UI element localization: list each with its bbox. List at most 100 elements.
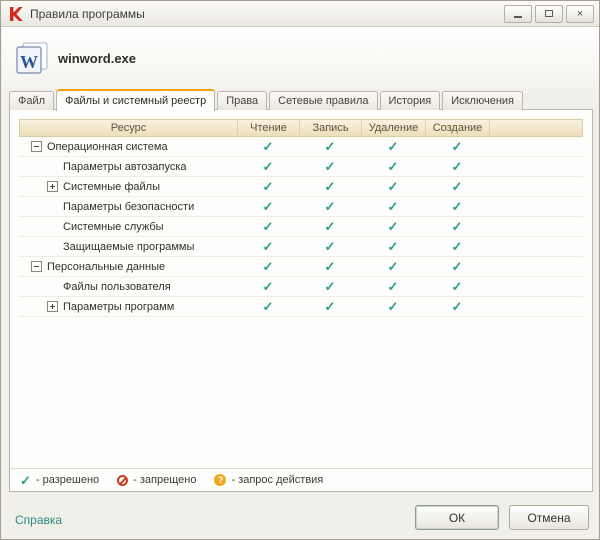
- permission-cell[interactable]: ✓: [299, 180, 361, 193]
- cancel-button[interactable]: Отмена: [509, 505, 589, 530]
- minimize-icon: [514, 16, 522, 18]
- permission-cell[interactable]: ✓: [425, 260, 489, 273]
- allowed-check-icon: ✓: [388, 280, 399, 293]
- minimize-button[interactable]: [504, 5, 532, 23]
- expand-icon[interactable]: [47, 301, 58, 312]
- legend-text: - запрос действия: [231, 474, 323, 486]
- permission-cell[interactable]: ✓: [299, 300, 361, 313]
- tab-label: Файлы и системный реестр: [65, 95, 206, 107]
- permission-cell[interactable]: ✓: [237, 180, 299, 193]
- permission-cell[interactable]: ✓: [299, 240, 361, 253]
- permission-cell[interactable]: ✓: [425, 240, 489, 253]
- permission-cell[interactable]: ✓: [361, 220, 425, 233]
- tree-row[interactable]: Параметры безопасности✓✓✓✓: [19, 197, 583, 217]
- permission-cell[interactable]: ✓: [361, 200, 425, 213]
- allowed-check-icon: ✓: [388, 140, 399, 153]
- permission-cell[interactable]: ✓: [299, 280, 361, 293]
- permission-cell[interactable]: ✓: [237, 240, 299, 253]
- content-panel: РесурсЧтениеЗаписьУдалениеСоздание Опера…: [9, 109, 593, 492]
- allowed-check-icon: ✓: [263, 140, 274, 153]
- maximize-icon: [545, 10, 553, 17]
- permission-cell[interactable]: ✓: [299, 220, 361, 233]
- allowed-check-icon: ✓: [325, 140, 336, 153]
- resource-name: Параметры программ: [63, 301, 174, 313]
- resource-table: РесурсЧтениеЗаписьУдалениеСоздание Опера…: [19, 119, 583, 317]
- allowed-check-icon: ✓: [263, 160, 274, 173]
- tab-1[interactable]: Файлы и системный реестр: [56, 89, 215, 111]
- allowed-check-icon: ✓: [263, 300, 274, 313]
- permission-cell[interactable]: ✓: [237, 300, 299, 313]
- tab-3[interactable]: Сетевые правила: [269, 91, 377, 110]
- permission-cell[interactable]: ✓: [361, 260, 425, 273]
- tab-bar: Файл Файлы и системный реестр ПраваСетевые…: [9, 89, 591, 110]
- permission-cell[interactable]: ✓: [299, 160, 361, 173]
- tree-row[interactable]: Операционная система ✓ ✓ ✓ ✓: [19, 137, 583, 157]
- ok-button[interactable]: ОК: [415, 505, 499, 530]
- permission-cell[interactable]: ✓: [237, 140, 299, 153]
- resource-name: Файлы пользователя: [63, 281, 171, 293]
- collapse-icon[interactable]: [31, 141, 42, 152]
- table-header: РесурсЧтениеЗаписьУдалениеСоздание: [19, 119, 583, 137]
- tree-row[interactable]: Защищаемые программы✓✓✓✓: [19, 237, 583, 257]
- row-label-cell: Параметры программ: [19, 301, 237, 313]
- close-button[interactable]: ×: [566, 5, 594, 23]
- winword-icon: W: [16, 42, 48, 74]
- permission-cell[interactable]: ✓: [425, 300, 489, 313]
- app-header: W winword.exe: [2, 27, 600, 89]
- allowed-check-icon: ✓: [263, 220, 274, 233]
- help-link[interactable]: Справка: [15, 513, 62, 527]
- permission-cell[interactable]: ✓: [237, 200, 299, 213]
- legend-item: - запрещено: [117, 474, 196, 486]
- permission-cell[interactable]: ✓: [425, 200, 489, 213]
- permission-cell[interactable]: ✓: [361, 280, 425, 293]
- permission-cell[interactable]: ✓: [299, 140, 361, 153]
- row-label-cell: Параметры безопасности: [19, 201, 237, 213]
- column-header-filler: [490, 120, 582, 136]
- allowed-check-icon: ✓: [452, 160, 463, 173]
- permission-cell[interactable]: ✓: [237, 260, 299, 273]
- permission-cell[interactable]: ✓: [361, 160, 425, 173]
- row-label-cell: Системные службы: [19, 221, 237, 233]
- tab-4[interactable]: История: [380, 91, 441, 110]
- tree-row[interactable]: Параметры программ ✓ ✓ ✓ ✓: [19, 297, 583, 317]
- allowed-check-icon: ✓: [388, 200, 399, 213]
- tree-row[interactable]: Персональные данные✓✓✓✓: [19, 257, 583, 277]
- permission-cell[interactable]: ✓: [237, 160, 299, 173]
- row-label-cell: Операционная система: [19, 141, 237, 153]
- table-rows: Операционная система✓✓✓✓Параметры автоза…: [19, 137, 583, 317]
- permission-cell[interactable]: ✓: [361, 180, 425, 193]
- tree-row[interactable]: Файлы пользователя✓✓✓✓: [19, 277, 583, 297]
- resource-name: Системные файлы: [63, 181, 160, 193]
- maximize-button[interactable]: [535, 5, 563, 23]
- legend: ✓- разрешено- запрещено?- запрос действи…: [10, 468, 592, 491]
- permission-cell[interactable]: ✓: [425, 220, 489, 233]
- permission-cell[interactable]: ✓: [237, 280, 299, 293]
- permission-cell[interactable]: ✓: [425, 140, 489, 153]
- row-label-cell: Защищаемые программы: [19, 241, 237, 253]
- legend-text: - запрещено: [133, 474, 196, 486]
- tab-5[interactable]: Исключения: [442, 91, 523, 110]
- permission-cell[interactable]: ✓: [299, 200, 361, 213]
- tree-row[interactable]: Системные файлы✓✓✓✓: [19, 177, 583, 197]
- tree-row[interactable]: Системные службы✓✓✓✓: [19, 217, 583, 237]
- resource-name: Операционная система: [47, 141, 168, 153]
- collapse-icon[interactable]: [31, 261, 42, 272]
- expand-icon[interactable]: [47, 181, 58, 192]
- permission-cell[interactable]: ✓: [425, 160, 489, 173]
- allowed-check-icon: ✓: [263, 240, 274, 253]
- allowed-check-icon: ✓: [388, 300, 399, 313]
- tree-row[interactable]: Параметры автозапуска✓✓✓✓: [19, 157, 583, 177]
- permission-cell[interactable]: ✓: [299, 260, 361, 273]
- allowed-check-icon: ✓: [452, 220, 463, 233]
- permission-cell[interactable]: ✓: [425, 280, 489, 293]
- permission-cell[interactable]: ✓: [425, 180, 489, 193]
- allowed-check-icon: ✓: [452, 140, 463, 153]
- tab-2[interactable]: Права: [217, 91, 267, 110]
- permission-cell[interactable]: ✓: [361, 300, 425, 313]
- tab-0[interactable]: Файл: [9, 91, 54, 110]
- permission-cell[interactable]: ✓: [237, 220, 299, 233]
- permission-cell[interactable]: ✓: [361, 240, 425, 253]
- permission-cell[interactable]: ✓: [361, 140, 425, 153]
- row-label-cell: Персональные данные: [19, 261, 237, 273]
- application-name: winword.exe: [58, 51, 136, 66]
